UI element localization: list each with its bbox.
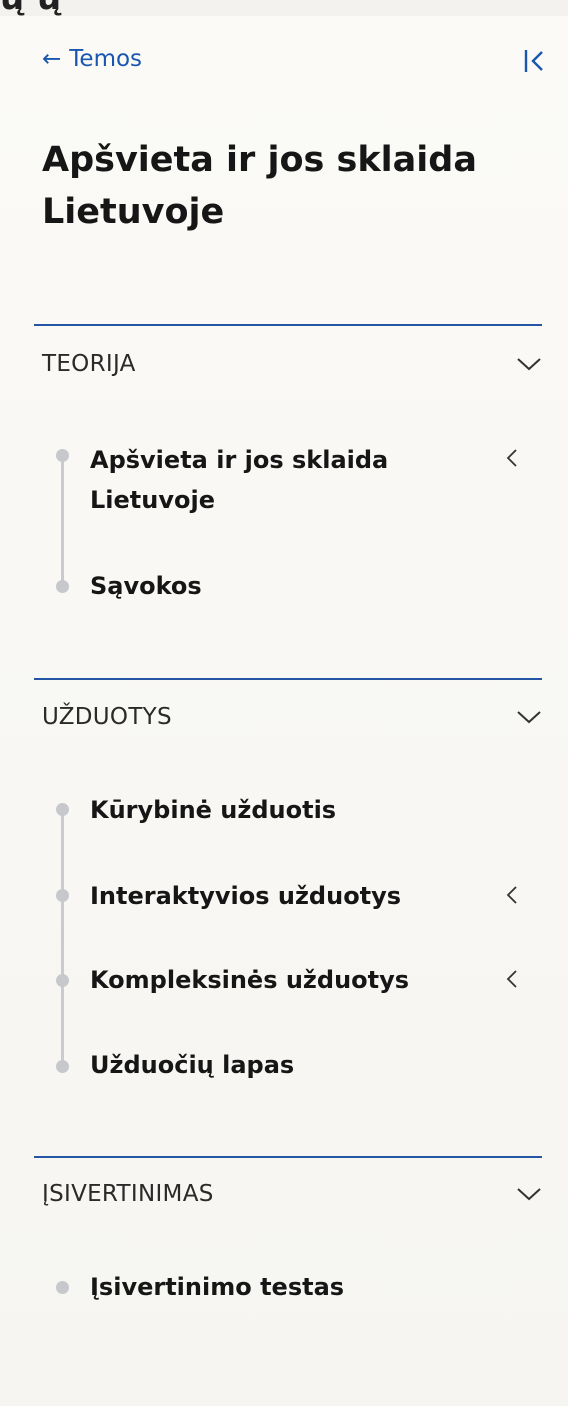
bullet-dot: [56, 889, 69, 902]
section-divider: [34, 678, 542, 680]
menu-item-kompleksines[interactable]: Kompleksinės užduotys: [90, 960, 500, 1000]
collapse-sidebar-button[interactable]: [522, 46, 550, 76]
chevron-down-icon: [517, 711, 541, 724]
section-title: TEORIJA: [42, 351, 136, 377]
collapse-left-icon: [524, 50, 543, 72]
chevron-down-icon: [517, 1188, 541, 1201]
menu-item-isivertinimo-testas[interactable]: Įsivertinimo testas: [90, 1267, 500, 1307]
back-to-topics-link[interactable]: ← Temos: [42, 46, 142, 72]
bullet-dot: [56, 449, 69, 462]
menu-item-kurybine[interactable]: Kūrybinė užduotis: [90, 790, 500, 830]
section-title: UŽDUOTYS: [42, 704, 172, 730]
tree-line: [61, 456, 64, 586]
back-arrow-icon: ←: [42, 46, 62, 72]
cut-off-header-strip: ų ų: [0, 0, 568, 16]
tree-line: [61, 808, 64, 1066]
chevron-left-icon[interactable]: [505, 884, 519, 906]
section-header-isivertinimas[interactable]: ĮSIVERTINIMAS: [42, 1174, 542, 1214]
back-link-label: Temos: [69, 46, 143, 72]
page-title: Apšvieta ir jos sklaida Lietuvoje: [42, 140, 477, 232]
menu-item-uzduociu-lapas[interactable]: Užduočių lapas: [90, 1045, 500, 1085]
chevron-left-icon[interactable]: [505, 447, 519, 469]
section-divider: [34, 1156, 542, 1158]
menu-item-savokos[interactable]: Sąvokos: [90, 566, 500, 606]
bullet-dot: [56, 974, 69, 987]
menu-item-interaktyvios[interactable]: Interaktyvios užduotys: [90, 876, 500, 916]
section-title: ĮSIVERTINIMAS: [42, 1181, 214, 1207]
bullet-dot: [56, 803, 69, 816]
navigation-panel: ų ų ← Temos Apšvieta ir jos sklaida Liet…: [0, 0, 568, 1406]
chevron-left-icon[interactable]: [505, 968, 519, 990]
section-header-teorija[interactable]: TEORIJA: [42, 344, 542, 384]
chevron-down-icon: [517, 358, 541, 371]
menu-item-apsvieta[interactable]: Apšvieta ir jos sklaida Lietuvoje: [90, 440, 500, 520]
section-header-uzduotys[interactable]: UŽDUOTYS: [42, 697, 542, 737]
bullet-dot: [56, 1060, 69, 1073]
bullet-dot: [56, 580, 69, 593]
bullet-dot: [56, 1281, 69, 1294]
section-divider: [34, 324, 542, 326]
cut-off-header-text: ų ų: [0, 0, 568, 16]
